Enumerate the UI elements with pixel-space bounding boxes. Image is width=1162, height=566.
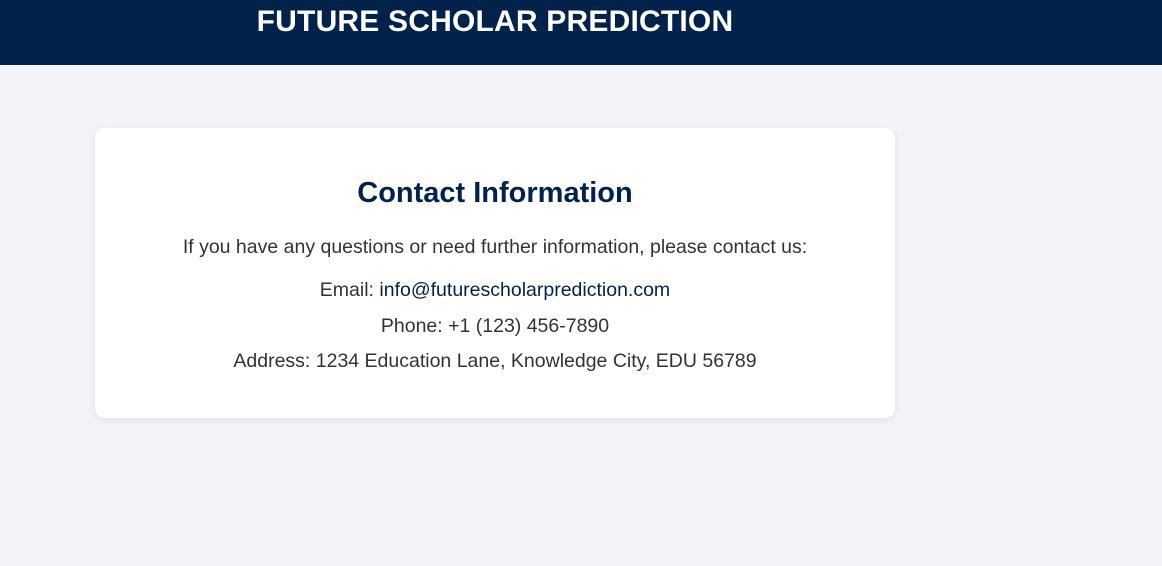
email-label: Email: — [319, 279, 380, 301]
site-header: FUTURE SCHOLAR PREDICTION — [0, 0, 1162, 65]
site-title: FUTURE SCHOLAR PREDICTION — [256, 5, 734, 38]
contact-title: Contact Information — [357, 177, 633, 209]
contact-card: Contact Information If you have any ques… — [95, 128, 895, 418]
address-value: 1234 Education Lane, Knowledge City, EDU… — [315, 350, 757, 372]
phone-value: +1 (123) 456-7890 — [448, 315, 610, 337]
contact-intro: If you have any questions or need furthe… — [182, 236, 808, 258]
phone-label: Phone: — [380, 315, 449, 337]
email-line: Email: info@futurescholarprediction.com — [95, 277, 895, 303]
phone-line: Phone: +1 (123) 456-7890 — [95, 313, 895, 339]
email-link[interactable]: info@futurescholarprediction.com — [379, 279, 670, 301]
address-line: Address: 1234 Education Lane, Knowledge … — [95, 348, 895, 374]
address-label: Address: — [233, 350, 316, 372]
